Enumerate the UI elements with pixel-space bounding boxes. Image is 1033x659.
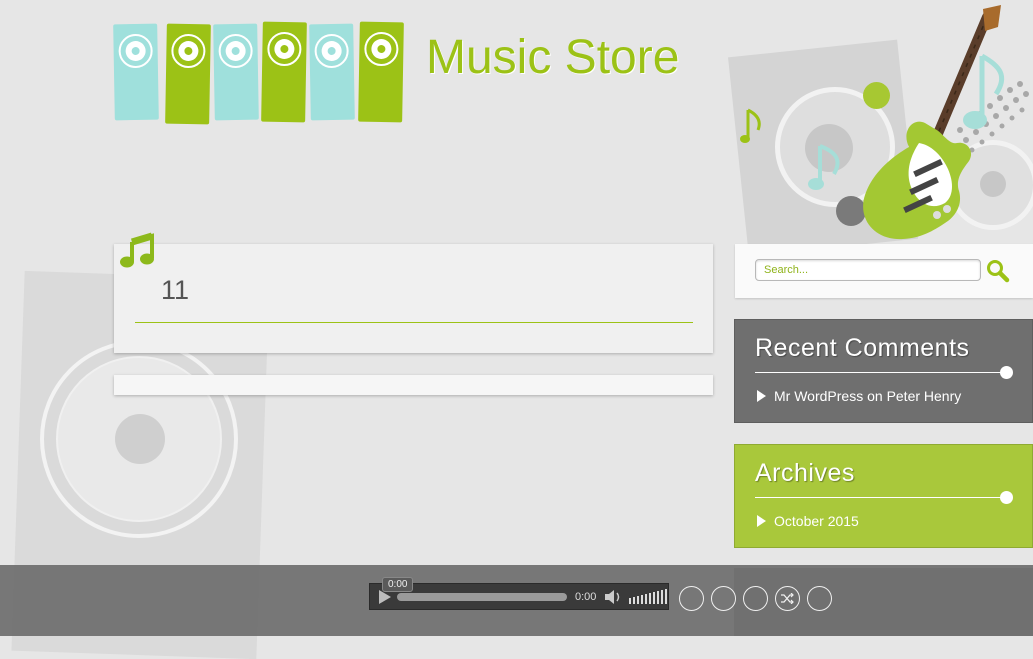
background-speaker-center <box>115 414 165 464</box>
recent-comments-widget: Recent Comments Mr WordPress on Peter He… <box>734 319 1033 423</box>
widget-rule <box>755 497 1007 498</box>
post-divider <box>135 322 693 323</box>
widget-rule-knob <box>1000 366 1013 379</box>
post-card <box>114 244 713 353</box>
next-button[interactable] <box>743 586 768 611</box>
time-tooltip: 0:00 <box>382 577 414 592</box>
play-pause-button[interactable] <box>711 586 736 611</box>
music-note-icon <box>740 108 761 143</box>
archives-widget: Archives October 2015 <box>734 444 1033 548</box>
logo-speaker-block <box>261 21 307 123</box>
list-item: October 2015 <box>757 513 859 529</box>
comment-post-link[interactable]: Peter Henry <box>887 388 962 404</box>
previous-button[interactable] <box>679 586 704 611</box>
playlist-button[interactable] <box>807 586 832 611</box>
post-card <box>114 375 713 395</box>
archive-link[interactable]: October 2015 <box>774 513 859 529</box>
widget-rule-knob <box>1000 491 1013 504</box>
logo-speaker-block <box>309 23 355 121</box>
guitar-icon <box>863 5 1001 240</box>
volume-icon[interactable] <box>604 589 624 605</box>
widget-title: Recent Comments <box>755 334 970 362</box>
widget-rule <box>755 372 1007 373</box>
search-icon[interactable] <box>986 259 1010 283</box>
site-title-link[interactable]: Music Store <box>426 30 679 85</box>
search-input[interactable] <box>755 259 981 281</box>
comment-author-link[interactable]: Mr WordPress <box>774 388 863 404</box>
shuffle-button[interactable] <box>775 586 800 611</box>
bullet-triangle-icon <box>757 515 766 527</box>
music-note-icon <box>808 144 840 190</box>
volume-slider[interactable] <box>629 588 667 604</box>
music-note-icon <box>120 232 154 268</box>
post-title[interactable]: 11 <box>161 275 189 306</box>
list-item: Mr WordPress on Peter Henry <box>757 388 961 404</box>
progress-bar[interactable] <box>397 593 567 601</box>
logo-speaker-block <box>213 23 259 121</box>
current-time: 0:00 <box>575 591 597 603</box>
comment-connector: on <box>867 388 883 404</box>
site-logo[interactable] <box>113 21 406 125</box>
shuffle-icon <box>781 593 794 604</box>
widget-title: Archives <box>755 459 855 487</box>
logo-speaker-block <box>165 23 211 125</box>
logo-speaker-block <box>113 23 159 121</box>
bullet-triangle-icon <box>757 390 766 402</box>
logo-speaker-block <box>358 21 404 123</box>
